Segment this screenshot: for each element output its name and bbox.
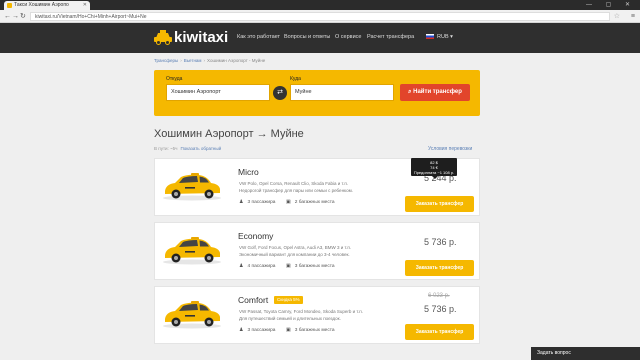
transfer-card: Comfort Скидка 5% VW Passat, Toyota Camr…: [154, 286, 480, 344]
bookmark-star-icon[interactable]: ☆: [614, 12, 620, 21]
favicon-icon: [7, 3, 12, 8]
order-transfer-button[interactable]: Заказать трансфер: [405, 324, 474, 340]
logo-text[interactable]: kiwitaxi: [174, 29, 228, 47]
from-input[interactable]: Хошимин Аэропорт: [166, 84, 270, 101]
car-description: Экономичный вариант для компании до 3-4 …: [239, 252, 350, 257]
breadcrumb: Трансферы › Вьетнам › Хошимин Аэропорт - Муй…: [154, 58, 266, 63]
car-image: [163, 237, 221, 265]
passengers-info: ♟ 3 пассажира: [239, 199, 276, 205]
car-models: VW Passat, Toyota Camry, Ford Mondeo, Sk…: [239, 309, 363, 314]
ask-question-chat[interactable]: Задать вопрос: [531, 347, 640, 360]
site-header: kiwitaxi Как это работает Вопросы и отве…: [0, 23, 640, 53]
currency-select[interactable]: RUB ▾: [426, 33, 453, 41]
passengers-info: ♟ 4 пассажира: [239, 263, 276, 269]
price[interactable]: 5 736 р.: [424, 304, 457, 315]
car-class-name: Comfort: [238, 295, 269, 305]
close-tab-icon[interactable]: ✕: [83, 1, 87, 10]
route-title: Хошимин Аэропорт → Муйне: [154, 128, 304, 140]
swap-icon[interactable]: ⇄: [273, 86, 287, 100]
browser-tabbar: Такси Хошимин Аэропо ✕ — ▢ ✕: [0, 0, 640, 10]
passengers-info: ♟ 3 пассажира: [239, 327, 276, 333]
discount-badge: Скидка 5%: [274, 296, 303, 304]
user-icon: ♟: [239, 199, 244, 205]
car-class-name: Micro: [238, 167, 259, 177]
user-icon: ♟: [239, 327, 244, 333]
order-transfer-button[interactable]: Заказать трансфер: [405, 260, 474, 276]
luggage-info: ▣ 3 багажных места: [286, 327, 335, 333]
route-subtitle: В пути: ~5ч Показать обратный: [154, 146, 221, 151]
conditions-link[interactable]: Условия перевозки: [428, 146, 472, 152]
luggage-info: ▣ 2 багажных места: [286, 199, 335, 205]
car-image: [163, 173, 221, 201]
travel-time: В пути: ~5ч: [154, 146, 178, 151]
url-field[interactable]: kiwitaxi.ru/Vietnam/Ho+Chi+Minh+Airport~…: [30, 12, 610, 21]
reload-icon[interactable]: ↻: [20, 12, 26, 21]
back-icon[interactable]: ←: [4, 12, 11, 21]
tab-title: Такси Хошимин Аэропо: [14, 2, 69, 8]
nav-about[interactable]: О сервисе: [335, 33, 361, 41]
russia-flag-icon: [426, 33, 434, 39]
car-models: VW Polo, Opel Corsa, Renault Clio, Skoda…: [239, 181, 349, 186]
tooltip-prepay: Предоплата ~1 108 р.: [413, 169, 455, 175]
car-models: VW Golf, Ford Focus, Opel Astra, Audi A3…: [239, 245, 352, 250]
car-description: Для путешествий семьей и длительных поез…: [239, 316, 341, 321]
to-input[interactable]: Муйне: [290, 84, 394, 101]
show-reverse-link[interactable]: Показать обратный: [181, 146, 222, 151]
nav-faq[interactable]: Вопросы и ответы: [284, 33, 330, 41]
breadcrumb-vietnam[interactable]: Вьетнам: [184, 58, 202, 63]
find-transfer-button[interactable]: ⌕ Найти трансфер: [400, 84, 470, 101]
car-description: Недорогой трансфер для пары или семьи с …: [239, 188, 353, 193]
address-bar: ← → ↻ kiwitaxi.ru/Vietnam/Ho+Chi+Minh+Ai…: [0, 10, 640, 23]
breadcrumb-current: Хошимин Аэропорт - Муйне: [207, 58, 266, 63]
window-controls[interactable]: — ▢ ✕: [586, 1, 636, 8]
car-class-name: Economy: [238, 231, 274, 241]
suitcase-icon: ▣: [286, 263, 291, 269]
breadcrumb-transfers[interactable]: Трансферы: [154, 58, 178, 63]
price-tooltip: 82 $ 74 € Предоплата ~1 108 р.: [411, 158, 457, 179]
nav-how-it-works[interactable]: Как это работает: [237, 33, 280, 41]
browser-tab[interactable]: Такси Хошимин Аэропо ✕: [4, 1, 90, 10]
transfer-card: Economy VW Golf, Ford Focus, Opel Astra,…: [154, 222, 480, 280]
luggage-info: ▣ 3 багажных места: [286, 263, 335, 269]
forward-icon[interactable]: →: [12, 12, 19, 21]
from-label: Откуда: [166, 76, 183, 82]
suitcase-icon: ▣: [286, 327, 291, 333]
to-label: Куда: [290, 76, 301, 82]
browser-menu-icon[interactable]: ≡: [631, 12, 635, 21]
old-price: 6 023 р.: [428, 293, 450, 299]
taxi-logo-icon[interactable]: [154, 30, 172, 45]
order-transfer-button[interactable]: Заказать трансфер: [405, 196, 474, 212]
car-image: [163, 301, 221, 329]
nav-transfer-calc[interactable]: Расчет трансфера: [367, 33, 414, 41]
suitcase-icon: ▣: [286, 199, 291, 205]
search-panel: Откуда Хошимин Аэропорт ⇄ Куда Муйне ⌕ Н…: [154, 70, 480, 116]
price[interactable]: 5 736 р.: [424, 237, 457, 248]
user-icon: ♟: [239, 263, 244, 269]
